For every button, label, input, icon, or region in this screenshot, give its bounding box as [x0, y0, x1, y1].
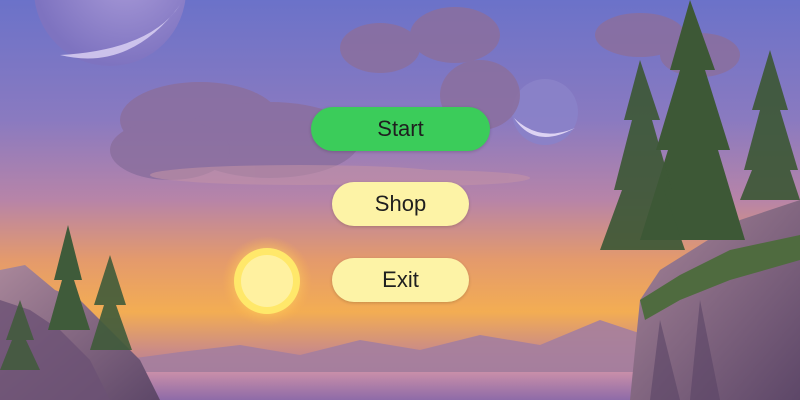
shop-button[interactable]: Shop — [332, 182, 469, 226]
main-menu: Start Shop Exit — [0, 0, 800, 400]
start-button[interactable]: Start — [311, 107, 490, 151]
exit-button[interactable]: Exit — [332, 258, 469, 302]
